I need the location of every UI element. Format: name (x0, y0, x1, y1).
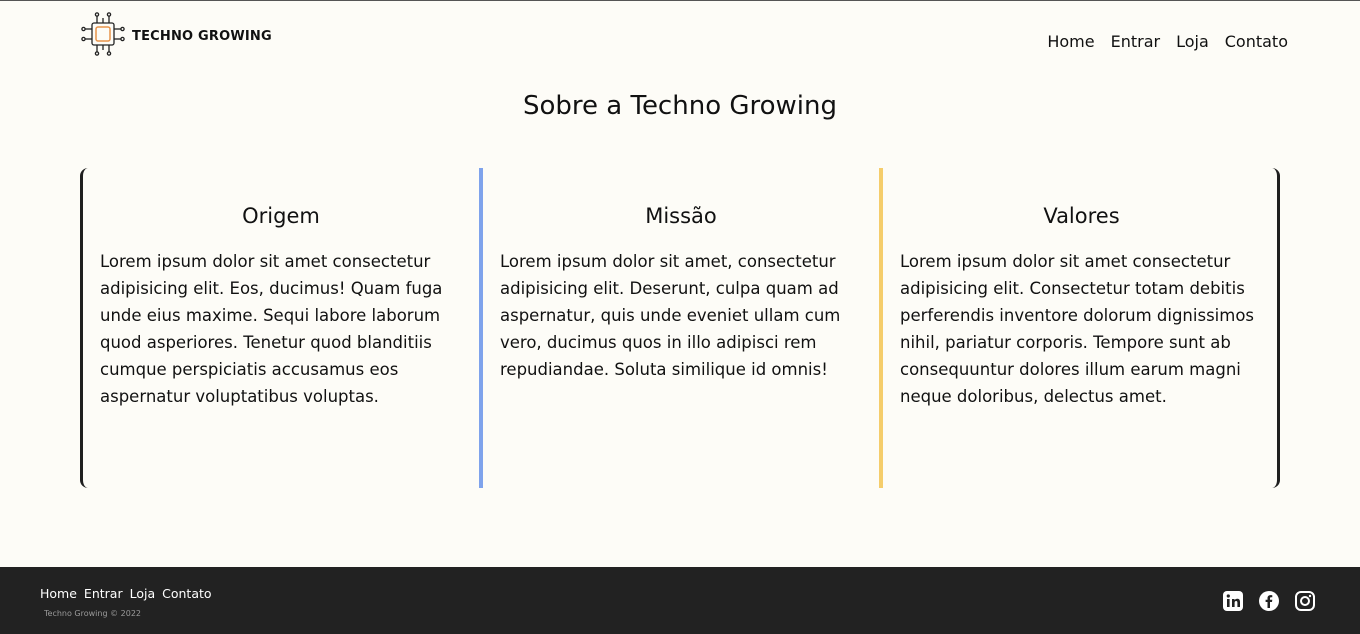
social-links (1222, 590, 1316, 612)
page-title: Sobre a Techno Growing (522, 91, 838, 121)
copyright-text: Techno Growing © 2022 (44, 609, 141, 618)
card-text: Lorem ipsum dolor sit amet, consectetur … (500, 252, 841, 379)
card-title: Valores (1043, 204, 1120, 228)
nav-link-entrar[interactable]: Entrar (1111, 32, 1160, 51)
logo[interactable]: TECHNO GROWING (80, 11, 272, 61)
card-text: Lorem ipsum dolor sit amet consectetur a… (900, 252, 1255, 406)
card-title: Missão (645, 204, 717, 228)
card-valores: Valores Lorem ipsum dolor sit amet conse… (879, 168, 1280, 488)
footer-link-entrar[interactable]: Entrar (84, 586, 123, 601)
footer-link-loja[interactable]: Loja (130, 586, 156, 601)
chip-logo-icon (80, 11, 126, 61)
card-text: Lorem ipsum dolor sit amet consectetur a… (100, 252, 443, 406)
linkedin-icon[interactable] (1222, 590, 1244, 612)
nav-link-home[interactable]: Home (1047, 32, 1094, 51)
footer-nav: Home Entrar Loja Contato (40, 586, 212, 601)
facebook-icon[interactable] (1258, 590, 1280, 612)
site-footer: Home Entrar Loja Contato Techno Growing … (0, 567, 1360, 634)
nav-link-contato[interactable]: Contato (1225, 32, 1288, 51)
about-cards: Origem Lorem ipsum dolor sit amet consec… (80, 168, 1280, 488)
main-nav: Home Entrar Loja Contato (1047, 32, 1288, 51)
card-origem: Origem Lorem ipsum dolor sit amet consec… (83, 168, 479, 488)
card-title: Origem (242, 204, 320, 228)
instagram-icon[interactable] (1294, 590, 1316, 612)
footer-link-contato[interactable]: Contato (162, 586, 211, 601)
footer-link-home[interactable]: Home (40, 586, 77, 601)
card-missao: Missão Lorem ipsum dolor sit amet, conse… (479, 168, 879, 488)
site-header: TECHNO GROWING Home Entrar Loja Contato (0, 1, 1360, 81)
nav-link-loja[interactable]: Loja (1176, 32, 1209, 51)
logo-text: TECHNO GROWING (132, 28, 272, 44)
